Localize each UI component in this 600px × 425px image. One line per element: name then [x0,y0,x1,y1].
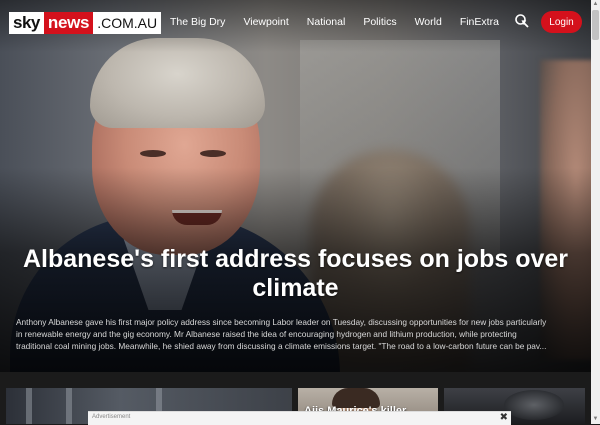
nav-item-politics[interactable]: Politics [363,16,396,28]
search-icon[interactable] [514,13,530,29]
ad-label: Advertisement [92,414,131,420]
nav-item-finextra-label: FinExtra [459,16,499,28]
close-icon[interactable]: ✖ [500,412,508,423]
article-summary: Anthony Albanese gave his first major po… [16,317,547,351]
sky-news-logo[interactable]: sky news .COM.AU [9,12,162,34]
scroll-down-icon[interactable]: ▼ [592,415,599,424]
logo-news: news [43,12,94,34]
card-image-detail [26,388,32,424]
main-nav: The Big Dry Viewpoint National Politics … [170,16,564,28]
article-headline[interactable]: Albanese's first address focuses on jobs… [0,245,591,303]
nav-item-finextra[interactable]: FinExtra ▼ [460,16,546,28]
login-button[interactable]: Login [541,11,582,33]
logo-domain: .COM.AU [93,12,162,34]
nav-item-world[interactable]: World [415,16,442,28]
nav-item-the-big-dry[interactable]: The Big Dry [170,16,225,28]
ad-banner[interactable]: Advertisement ✖ [88,411,511,425]
scroll-up-icon[interactable]: ▲ [592,0,599,9]
nav-item-national[interactable]: National [307,16,346,28]
card-image-palm [504,390,564,420]
logo-sky: sky [9,12,44,34]
card-image-detail [66,388,72,424]
site-header: sky news .COM.AU The Big Dry Viewpoint N… [0,0,591,44]
scrollbar-thumb[interactable] [592,10,599,40]
nav-item-viewpoint[interactable]: Viewpoint [243,16,288,28]
scrollbar[interactable]: ▲ ▼ [591,0,600,424]
